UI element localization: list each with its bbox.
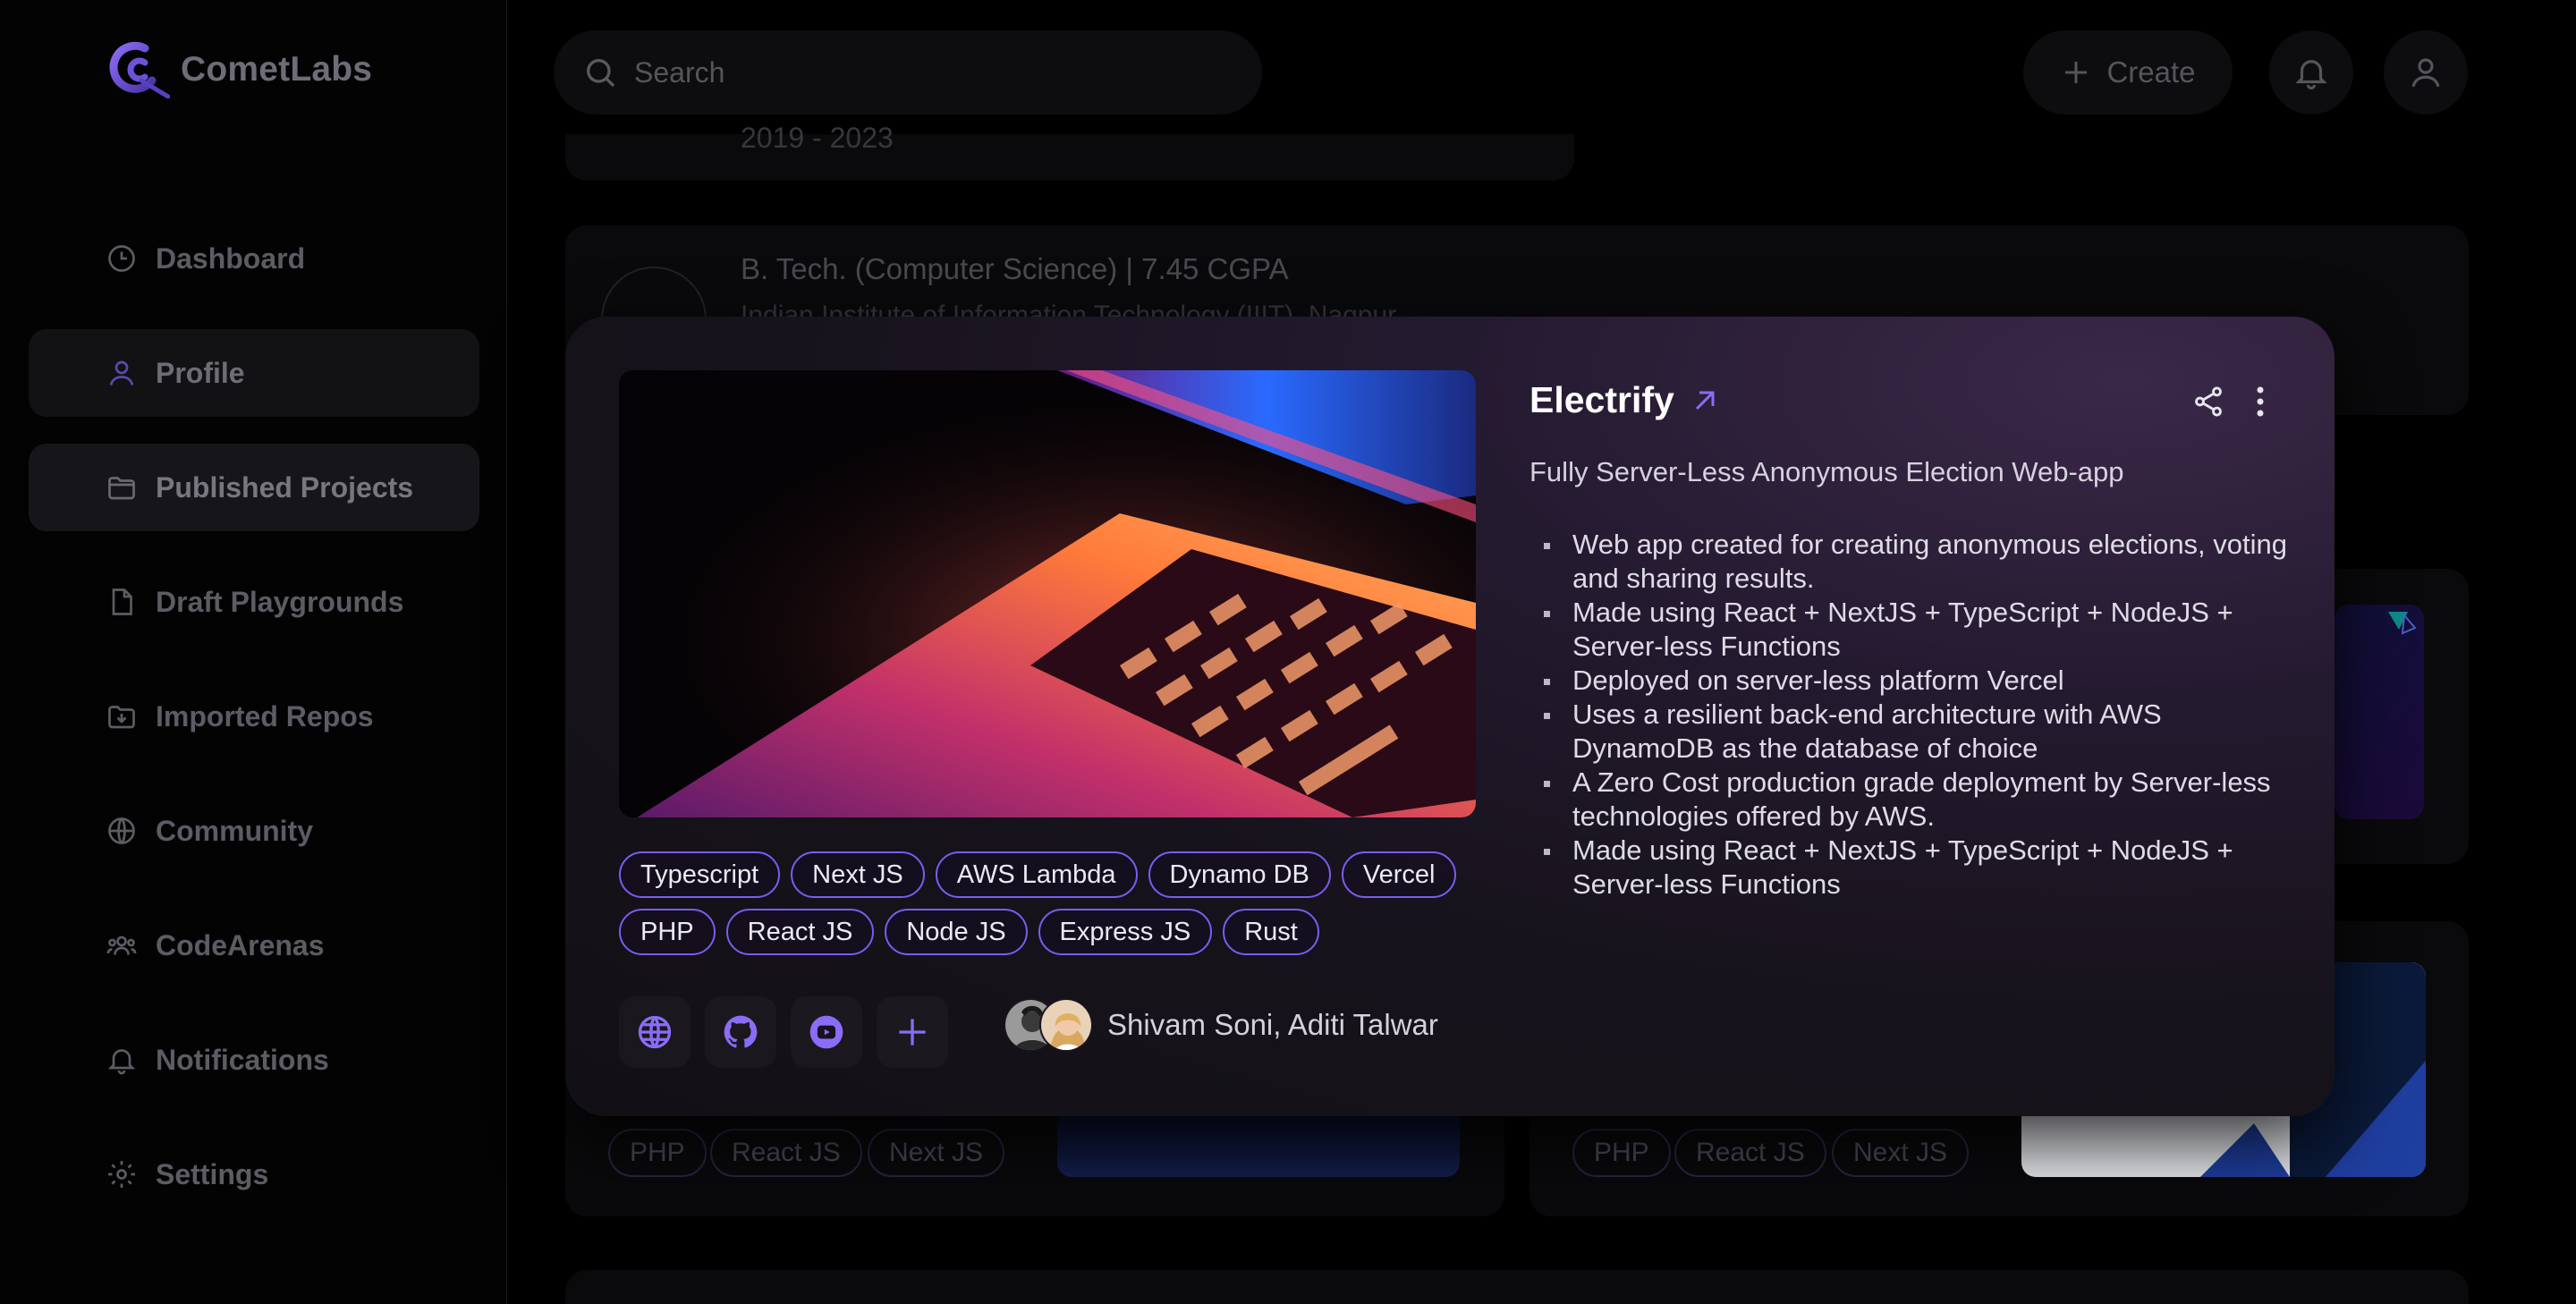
folder-icon: [106, 471, 138, 504]
list-item: Made using React + NextJS + TypeScript +…: [1530, 596, 2299, 664]
search-bar[interactable]: [554, 30, 1262, 114]
list-item: Uses a resilient back-end architecture w…: [1530, 698, 2299, 766]
tag-chip[interactable]: Node JS: [885, 909, 1028, 955]
plus-icon: [899, 1019, 926, 1046]
clock-icon: [106, 242, 138, 275]
list-item: A Zero Cost production grade deployment …: [1530, 766, 2299, 834]
user-menu-button[interactable]: [2384, 30, 2468, 114]
file-icon: [106, 586, 138, 618]
comet-logo-icon: [109, 41, 170, 98]
list-item: Made using React + NextJS + TypeScript +…: [1530, 834, 2299, 902]
project-thumbnail: [1057, 1109, 1460, 1177]
bell-icon: [106, 1044, 138, 1076]
share-icon: [2195, 386, 2222, 417]
avatar: [1039, 998, 1093, 1052]
tech-tags: Typescript Next JS AWS Lambda Dynamo DB …: [619, 851, 1496, 966]
sidebar-item-label: Community: [156, 814, 313, 847]
sidebar-item-community[interactable]: Community: [29, 787, 479, 875]
tag-chip: React JS: [710, 1129, 862, 1177]
tag-chip[interactable]: Typescript: [619, 851, 781, 898]
tag-chip: PHP: [608, 1129, 707, 1177]
github-link-button[interactable]: [705, 996, 776, 1068]
import-folder-icon: [106, 700, 138, 732]
youtube-link-button[interactable]: [791, 996, 862, 1068]
sidebar-item-notifications[interactable]: Notifications: [29, 1016, 479, 1104]
sidebar-item-label: Dashboard: [156, 241, 306, 275]
sidebar: CometLabs Dashboard Profile Published Pr…: [0, 0, 507, 1304]
sidebar-item-codearenas[interactable]: CodeArenas: [29, 902, 479, 989]
sidebar-item-label: CodeArenas: [156, 928, 325, 961]
project-title: Electrify: [1530, 379, 1674, 420]
add-link-button[interactable]: [877, 996, 948, 1068]
project-links: [619, 996, 948, 1068]
sidebar-item-profile[interactable]: Profile: [29, 329, 479, 417]
education-card-top: 2019 - 2023: [565, 122, 1574, 181]
sidebar-item-label: Profile: [156, 356, 245, 389]
sidebar-item-draft-playgrounds[interactable]: Draft Playgrounds: [29, 558, 479, 646]
gear-icon: [106, 1158, 138, 1190]
sidebar-item-settings[interactable]: Settings: [29, 1130, 479, 1218]
notifications-button[interactable]: [2269, 30, 2353, 114]
globe-icon: [638, 1015, 672, 1049]
bell-icon: [2295, 60, 2327, 90]
list-item: Deployed on server-less platform Vercel: [1530, 664, 2299, 698]
search-input[interactable]: [634, 55, 1171, 89]
more-options-button[interactable]: [2247, 379, 2274, 424]
tag-chip: Next JS: [1832, 1129, 1970, 1177]
user-icon: [106, 357, 138, 389]
brand[interactable]: CometLabs: [106, 41, 372, 98]
authors-names: Shivam Soni, Aditi Talwar: [1107, 1008, 1438, 1041]
share-button[interactable]: [2186, 379, 2231, 424]
tag-chip: Next JS: [868, 1129, 1005, 1177]
sidebar-item-published-projects[interactable]: Published Projects: [29, 444, 479, 531]
sidebar-nav: Dashboard Profile Published Projects Dra…: [29, 215, 479, 1245]
users-icon: [106, 929, 138, 961]
sidebar-item-label: Imported Repos: [156, 699, 374, 732]
more-vertical-icon: [2257, 386, 2264, 417]
sidebar-item-dashboard[interactable]: Dashboard: [29, 215, 479, 302]
project-highlights: Web app created for creating anonymous e…: [1530, 528, 2299, 902]
project-thumbnail: [2334, 605, 2424, 819]
tag-chip[interactable]: Rust: [1223, 909, 1319, 955]
tag-chip[interactable]: AWS Lambda: [935, 851, 1138, 898]
tag-chip: React JS: [1674, 1129, 1826, 1177]
project-description: Fully Server-Less Anonymous Election Web…: [1530, 456, 2124, 487]
tag-chip[interactable]: Next JS: [791, 851, 925, 898]
tag-chip[interactable]: Express JS: [1038, 909, 1213, 955]
project-detail-modal: Typescript Next JS AWS Lambda Dynamo DB …: [565, 317, 2334, 1116]
sidebar-item-label: Published Projects: [156, 470, 414, 504]
arrow-up-right-icon: [1695, 391, 1715, 410]
youtube-icon: [809, 1015, 843, 1049]
github-icon: [724, 1015, 758, 1048]
tag-chip: PHP: [1572, 1129, 1671, 1177]
tag-chip[interactable]: React JS: [725, 909, 875, 955]
project-card-bottom: [565, 1270, 2469, 1304]
create-label: Create: [2106, 55, 2196, 89]
sidebar-item-imported-repos[interactable]: Imported Repos: [29, 673, 479, 760]
sidebar-item-label: Settings: [156, 1157, 269, 1190]
tag-chip[interactable]: PHP: [619, 909, 716, 955]
sidebar-item-label: Notifications: [156, 1043, 329, 1076]
education-years: 2019 - 2023: [741, 122, 894, 154]
education-title: B. Tech. (Computer Science) | 7.45 CGPA: [741, 252, 1289, 285]
tag-chip[interactable]: Vercel: [1341, 851, 1457, 898]
tag-chip[interactable]: Dynamo DB: [1148, 851, 1331, 898]
create-button[interactable]: Create: [2023, 30, 2233, 114]
project-authors[interactable]: Shivam Soni, Aditi Talwar: [1004, 998, 1438, 1052]
project-title-link[interactable]: Electrify: [1530, 379, 1721, 421]
list-item: Web app created for creating anonymous e…: [1530, 528, 2299, 596]
plus-icon: [2065, 62, 2088, 83]
globe-icon: [106, 815, 138, 847]
brand-name: CometLabs: [181, 50, 373, 89]
project-cover-image: [619, 370, 1476, 817]
user-icon: [2411, 58, 2440, 88]
website-link-button[interactable]: [619, 996, 691, 1068]
sidebar-item-label: Draft Playgrounds: [156, 585, 404, 618]
search-icon: [587, 59, 615, 88]
